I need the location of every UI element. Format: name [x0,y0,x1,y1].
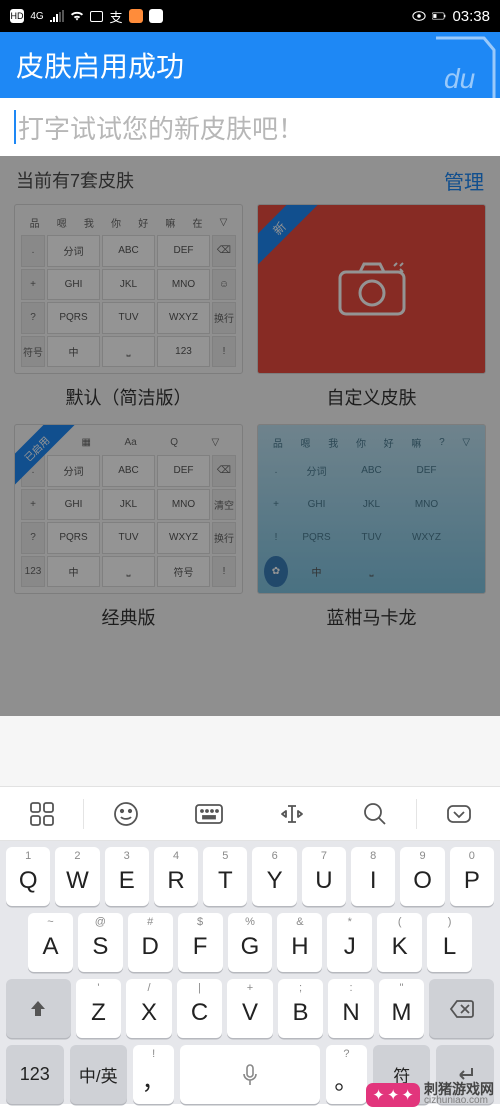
status-time: 03:38 [452,8,490,25]
banner-title: 皮肤启用成功 [16,45,184,85]
key-d[interactable]: #D [128,913,173,972]
shift-key[interactable] [6,979,71,1038]
baidu-logo-icon: du [422,32,500,98]
key-e[interactable]: 3E [105,847,149,906]
key-r[interactable]: 4R [154,847,198,906]
key-k[interactable]: (K [377,913,422,972]
eye-comfort-icon [412,9,426,23]
battery-icon [432,9,446,23]
key-i[interactable]: 8I [351,847,395,906]
toolbar-emoji-icon[interactable] [84,787,167,840]
success-banner: 皮肤启用成功 du [0,32,500,98]
key-h[interactable]: &H [277,913,322,972]
numeric-key[interactable]: 123 [6,1045,64,1104]
key-z[interactable]: 'Z [76,979,122,1038]
backspace-key[interactable] [429,979,494,1038]
keyboard-indicator-icon [90,11,103,22]
key-s[interactable]: @S [78,913,123,972]
mic-icon [242,1064,258,1086]
key-c[interactable]: |C [177,979,223,1038]
skin-label: 默认（简洁版） [66,384,192,410]
key-l[interactable]: )L [427,913,472,972]
new-ribbon: 新 [257,204,319,268]
network-icon: 4G [30,9,44,23]
toolbar-search-icon[interactable] [333,787,416,840]
signal-icon [50,9,64,23]
hd-icon: HD [10,9,24,23]
input-placeholder: 打字试试您的新皮肤吧！ [18,109,304,146]
key-m[interactable]: "M [379,979,425,1038]
camera-icon [336,260,408,318]
skin-card-macaron[interactable]: 品嗯我你好嘛?▽ .分词ABCDEF +GHIJKLMNO !PQRSTUVWX… [257,424,486,630]
svg-text:du: du [444,63,476,94]
key-y[interactable]: 6Y [252,847,296,906]
test-input[interactable]: 打字试试您的新皮肤吧！ [0,98,500,156]
period-key[interactable]: ?。 [326,1045,367,1104]
key-t[interactable]: 5T [203,847,247,906]
key-u[interactable]: 7U [302,847,346,906]
key-w[interactable]: 2W [55,847,99,906]
key-p[interactable]: 0P [450,847,494,906]
skin-label: 自定义皮肤 [327,384,417,410]
app-icon-2 [149,9,163,23]
key-f[interactable]: $F [178,913,223,972]
keyboard-toolbar [0,786,500,841]
key-q[interactable]: 1Q [6,847,50,906]
symbols-key[interactable]: 符 [373,1045,431,1104]
skin-label: 经典版 [102,604,156,630]
toolbar-apps-icon[interactable] [0,787,83,840]
toolbar-keyboard-icon[interactable] [167,787,250,840]
toolbar-cursor-icon[interactable] [250,787,333,840]
text-cursor [14,110,16,144]
key-v[interactable]: +V [227,979,273,1038]
manage-link[interactable]: 管理 [444,166,484,195]
status-bar: HD 4G 支 03:38 [0,0,500,32]
key-j[interactable]: *J [327,913,372,972]
key-b[interactable]: ;B [278,979,324,1038]
skin-card-default[interactable]: 品嗯我你好嘛在▽ .分词ABCDEF⌫ +GHIJKLMNO☺ ?PQRSTUV… [14,204,243,410]
wifi-icon [70,9,84,23]
key-n[interactable]: :N [328,979,374,1038]
skin-card-classic[interactable]: 已启用 ☺▦AaQ▽ .分词ABCDEF⌫ +GHIJKLMNO清空 ?PQRS… [14,424,243,630]
skin-label: 蓝柑马卡龙 [327,604,417,630]
enter-key[interactable] [436,1045,494,1104]
comma-key[interactable]: !， [133,1045,174,1104]
keyboard: 1Q2W3E4R5T6Y7U8I9O0P ~A@S#D$F%G&H*J(K)L … [0,786,500,1111]
language-key[interactable]: 中/英 [70,1045,128,1104]
key-g[interactable]: %G [228,913,273,972]
key-o[interactable]: 9O [400,847,444,906]
skin-card-custom[interactable]: 新 自定义皮肤 [257,204,486,410]
key-a[interactable]: ~A [28,913,73,972]
alipay-icon: 支 [109,9,123,23]
app-icon-1 [129,9,143,23]
skin-count: 当前有7套皮肤 [16,167,134,193]
toolbar-collapse-icon[interactable] [417,787,500,840]
space-key[interactable] [180,1045,320,1104]
key-x[interactable]: /X [126,979,172,1038]
